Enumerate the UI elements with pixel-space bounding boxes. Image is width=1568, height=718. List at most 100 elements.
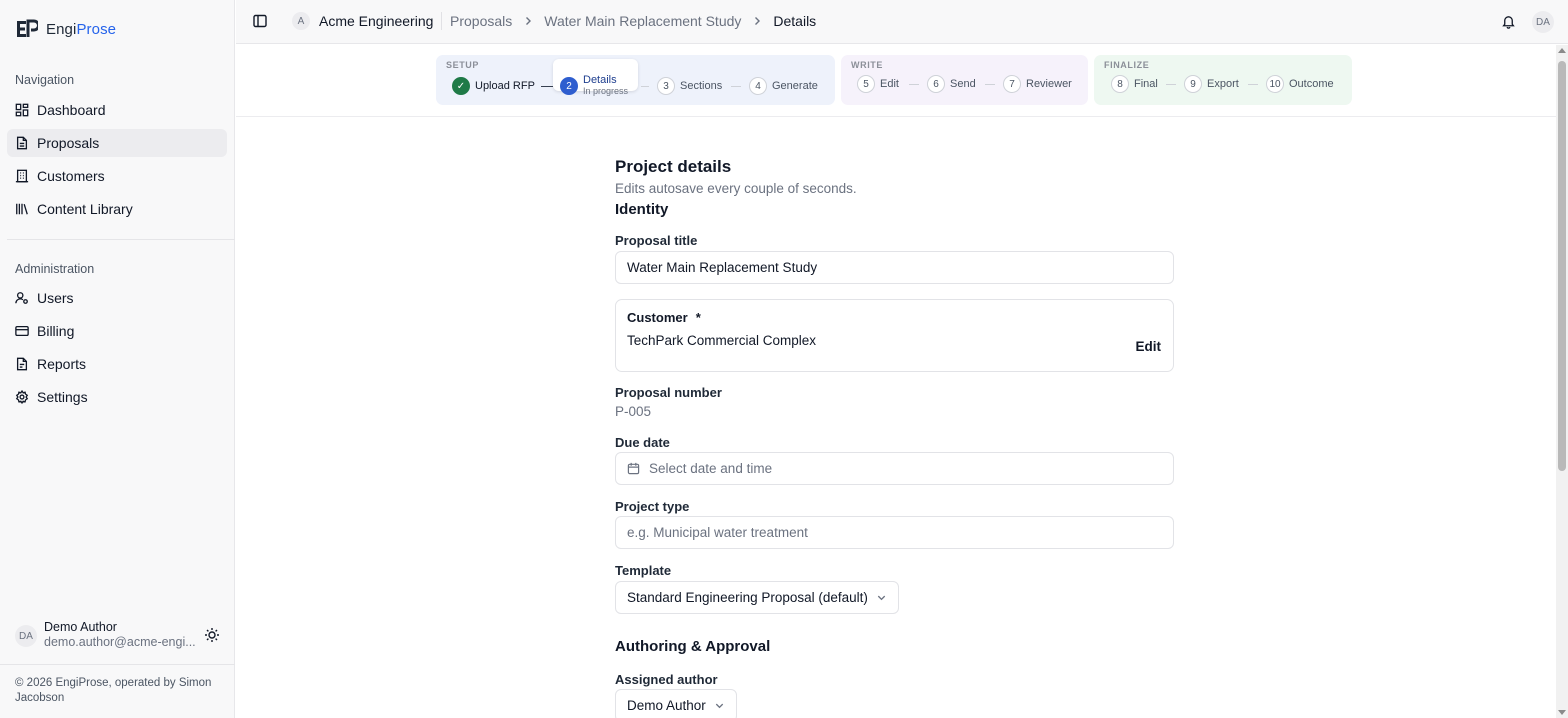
sidebar-item-content-library[interactable]: Content Library <box>7 195 227 223</box>
customer-label: Customer * <box>627 310 701 325</box>
sidebar-toggle-icon[interactable] <box>253 14 267 28</box>
sidebar: EngiProse Navigation Dashboard Proposals… <box>0 0 235 718</box>
dashboard-icon <box>15 103 29 117</box>
sidebar-item-label: Content Library <box>37 201 133 217</box>
report-icon <box>16 357 28 371</box>
step-final[interactable]: 8 Final <box>1111 74 1158 94</box>
step-export[interactable]: 9 Export <box>1184 74 1239 94</box>
step-send[interactable]: 6 Send <box>927 74 976 94</box>
phase-label: WRITE <box>851 60 883 70</box>
scrollbar-thumb[interactable] <box>1558 61 1566 471</box>
sidebar-item-users[interactable]: Users <box>7 284 227 312</box>
navigation-group-label: Navigation <box>15 73 75 87</box>
step-status: In progress <box>583 86 629 96</box>
check-icon: ✓ <box>452 77 470 95</box>
user-email: demo.author@acme-engi... <box>44 635 196 649</box>
sidebar-item-label: Customers <box>37 168 105 184</box>
footer-divider <box>0 664 235 665</box>
sidebar-item-proposals[interactable]: Proposals <box>7 129 227 157</box>
step-number: 8 <box>1111 75 1129 93</box>
sidebar-item-billing[interactable]: Billing <box>7 317 227 345</box>
project-type-input[interactable]: e.g. Municipal water treatment <box>615 516 1174 549</box>
sidebar-item-label: Reports <box>37 356 87 372</box>
step-number: 4 <box>749 77 767 95</box>
sidebar-item-customers[interactable]: Customers <box>7 162 227 190</box>
template-label: Template <box>615 563 672 578</box>
sun-icon[interactable] <box>204 627 220 643</box>
document-icon <box>16 136 28 150</box>
step-label: Details <box>583 74 617 86</box>
sidebar-divider <box>7 239 235 240</box>
step-upload-rfp[interactable]: ✓ Upload RFP <box>452 76 535 96</box>
required-marker: * <box>695 310 701 325</box>
sidebar-item-label: Settings <box>37 389 88 405</box>
topbar: A Acme Engineering Proposals Water Main … <box>236 0 1568 44</box>
customer-value: TechPark Commercial Complex <box>627 333 817 348</box>
step-details[interactable]: 2 Details In progress <box>560 75 628 97</box>
step-label: Edit <box>880 78 899 90</box>
org-switcher[interactable]: Acme Engineering <box>319 13 433 29</box>
due-date-picker[interactable]: Select date and time <box>615 452 1174 485</box>
assigned-author-label: Assigned author <box>615 672 718 687</box>
template-select[interactable]: Standard Engineering Proposal (default) <box>615 581 899 614</box>
step-sections[interactable]: 3 Sections <box>657 76 722 96</box>
step-label: Sections <box>680 80 723 92</box>
due-date-placeholder: Select date and time <box>649 461 773 476</box>
bell-icon[interactable] <box>1501 14 1516 29</box>
chevron-down-icon <box>715 703 723 709</box>
page-scrollbar[interactable] <box>1556 45 1568 718</box>
step-connector <box>909 84 919 85</box>
brand-name: EngiProse <box>46 20 117 38</box>
step-number: 2 <box>560 77 578 95</box>
chevron-right-icon <box>526 17 532 25</box>
template-value: Standard Engineering Proposal (default) <box>627 590 868 605</box>
sidebar-item-label: Proposals <box>37 135 100 151</box>
step-label: Send <box>950 78 976 90</box>
due-date-label: Due date <box>615 435 670 450</box>
step-connector <box>1248 84 1258 85</box>
breadcrumb-current: Details <box>773 13 817 29</box>
step-edit[interactable]: 5 Edit <box>857 74 899 94</box>
org-avatar[interactable]: A <box>292 12 310 30</box>
step-reviewer[interactable]: 7 Reviewer <box>1003 74 1072 94</box>
step-label: Outcome <box>1289 78 1334 90</box>
scroll-down-arrow-icon[interactable] <box>1558 710 1566 715</box>
step-label: Upload RFP <box>475 80 535 92</box>
edit-customer-button[interactable]: Edit <box>1134 334 1164 358</box>
brand[interactable]: EngiProse <box>16 18 116 40</box>
step-label: Export <box>1207 78 1239 90</box>
breadcrumb-proposals[interactable]: Proposals <box>450 13 512 29</box>
breadcrumb-separator <box>441 12 442 30</box>
workflow-stepper: SETUP WRITE FINALIZE ✓ Upload RFP 2 Deta… <box>236 45 1556 117</box>
breadcrumb-proposal[interactable]: Water Main Replacement Study <box>544 13 741 29</box>
avatar: DA <box>15 625 37 647</box>
user-menu[interactable]: DA Demo Author demo.author@acme-engi... <box>0 617 235 657</box>
assigned-author-value: Demo Author <box>627 698 706 713</box>
step-number: 9 <box>1184 75 1202 93</box>
step-generate[interactable]: 4 Generate <box>749 76 818 96</box>
step-number: 5 <box>857 75 875 93</box>
page-title: Project details <box>615 157 732 176</box>
step-outcome[interactable]: 10 Outcome <box>1266 74 1334 94</box>
proposal-title-input[interactable]: Water Main Replacement Study <box>615 251 1174 284</box>
chevron-down-icon <box>877 595 886 601</box>
user-avatar[interactable]: DA <box>1532 11 1554 33</box>
step-connector <box>731 86 741 87</box>
sidebar-item-settings[interactable]: Settings <box>7 383 227 411</box>
sidebar-item-reports[interactable]: Reports <box>7 350 227 378</box>
page-subtitle: Edits autosave every couple of seconds. <box>615 181 857 196</box>
customer-card: Customer * TechPark Commercial Complex Ed… <box>615 299 1174 372</box>
engiprose-logo-icon <box>17 19 38 37</box>
phase-label: SETUP <box>446 60 480 70</box>
step-connector <box>641 86 649 87</box>
sidebar-item-dashboard[interactable]: Dashboard <box>7 96 227 124</box>
library-icon <box>16 203 28 215</box>
scroll-up-arrow-icon[interactable] <box>1558 48 1566 53</box>
credit-card-icon <box>15 325 29 337</box>
assigned-author-select[interactable]: Demo Author <box>615 689 737 718</box>
step-number: 7 <box>1003 75 1021 93</box>
step-text: Details In progress <box>583 75 628 97</box>
step-connector <box>1166 84 1176 85</box>
user-cog-icon <box>15 292 28 304</box>
sidebar-item-label: Dashboard <box>37 102 106 118</box>
